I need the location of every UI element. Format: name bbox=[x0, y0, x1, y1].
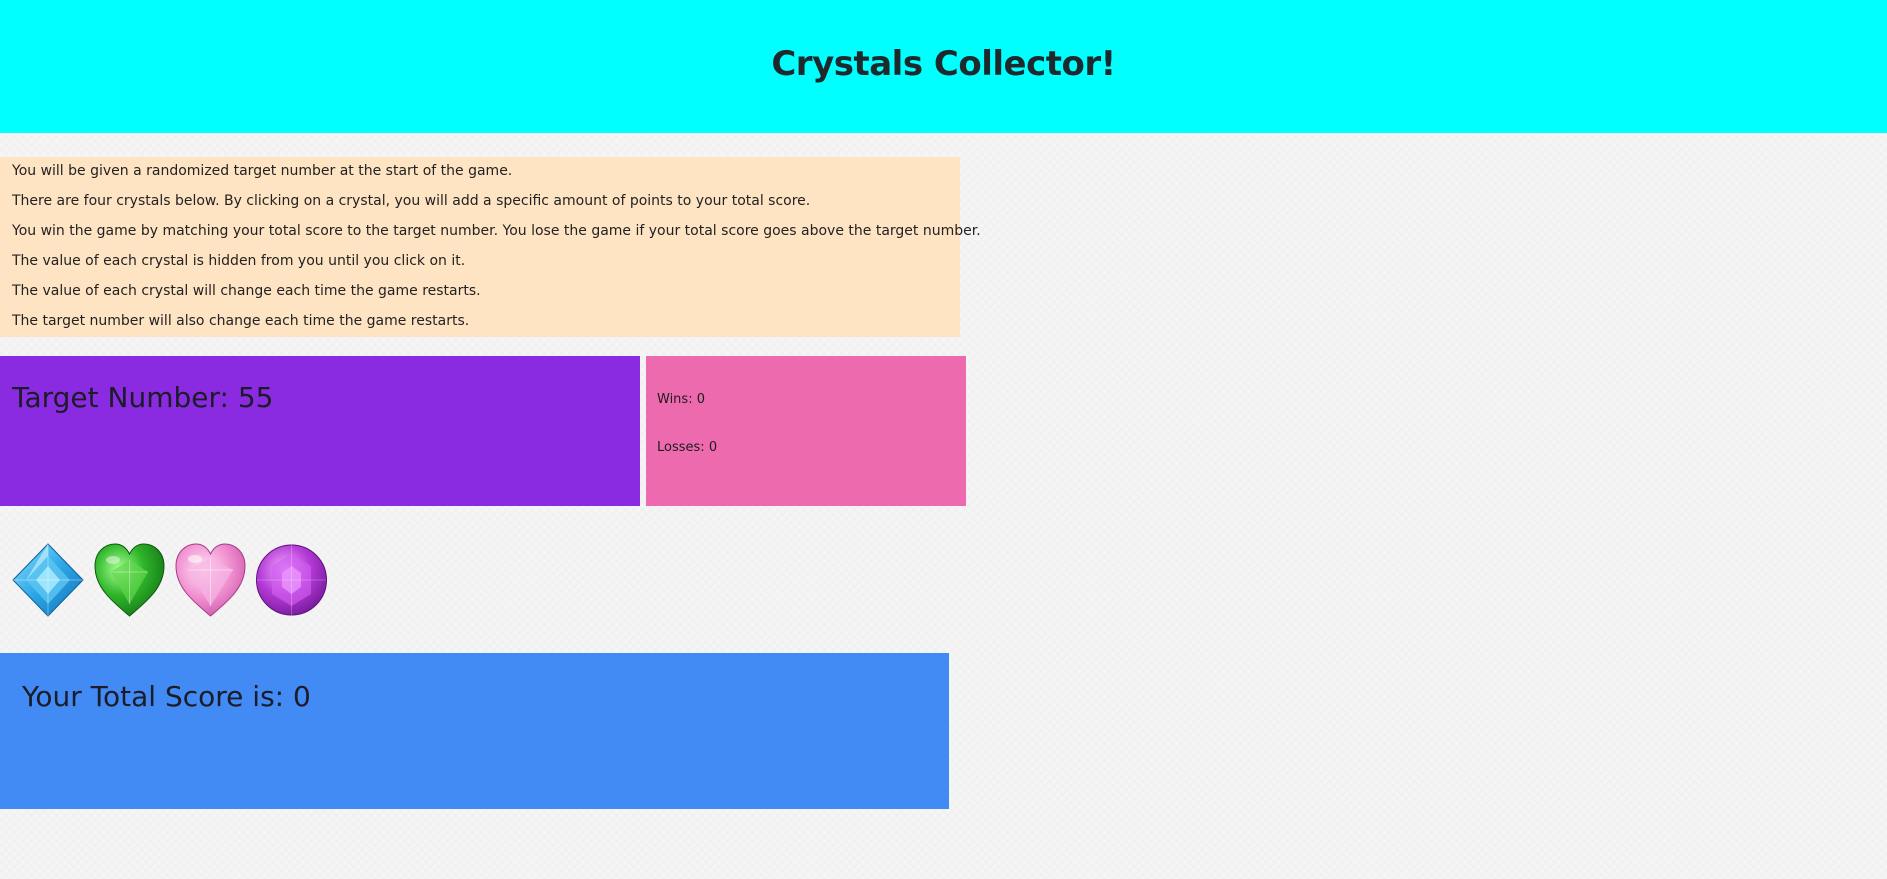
record-panel: Wins: 0 Losses: 0 bbox=[646, 356, 966, 506]
target-number-display: Target Number: 55 bbox=[12, 384, 640, 412]
losses-label: Losses: bbox=[657, 440, 705, 455]
instructions-panel: You will be given a randomized target nu… bbox=[0, 157, 981, 337]
pink-heart-crystal[interactable] bbox=[174, 542, 247, 618]
losses-row: Losses: 0 bbox=[657, 436, 966, 484]
instruction-line: You will be given a randomized target nu… bbox=[12, 163, 513, 179]
instruction-line: The value of each crystal is hidden from… bbox=[12, 253, 466, 269]
page-header: Crystals Collector! bbox=[0, 0, 1887, 133]
wins-label: Wins: bbox=[657, 392, 693, 407]
wins-count: 0 bbox=[696, 392, 705, 407]
instruction-line: The target number will also change each … bbox=[12, 313, 470, 329]
crystal-row bbox=[12, 542, 328, 618]
purple-round-crystal[interactable] bbox=[255, 542, 328, 618]
wins-row: Wins: 0 bbox=[657, 388, 966, 436]
total-score-value: 0 bbox=[293, 680, 311, 713]
total-score-label: Your Total Score is: bbox=[22, 680, 285, 713]
instruction-line: You win the game by matching your total … bbox=[12, 223, 981, 239]
green-heart-crystal[interactable] bbox=[93, 542, 166, 618]
target-number-label: Target Number: bbox=[12, 381, 229, 414]
target-number-panel: Target Number: 55 bbox=[0, 356, 640, 506]
total-score-panel: Your Total Score is: 0 bbox=[0, 653, 949, 809]
instruction-line: The value of each crystal will change ea… bbox=[12, 283, 481, 299]
total-score-display: Your Total Score is: 0 bbox=[22, 683, 949, 711]
target-number-value: 55 bbox=[237, 381, 274, 414]
blue-diamond-crystal[interactable] bbox=[12, 542, 85, 618]
losses-count: 0 bbox=[708, 440, 718, 455]
instruction-line: There are four crystals below. By clicki… bbox=[12, 193, 811, 209]
page-title: Crystals Collector! bbox=[771, 43, 1116, 84]
